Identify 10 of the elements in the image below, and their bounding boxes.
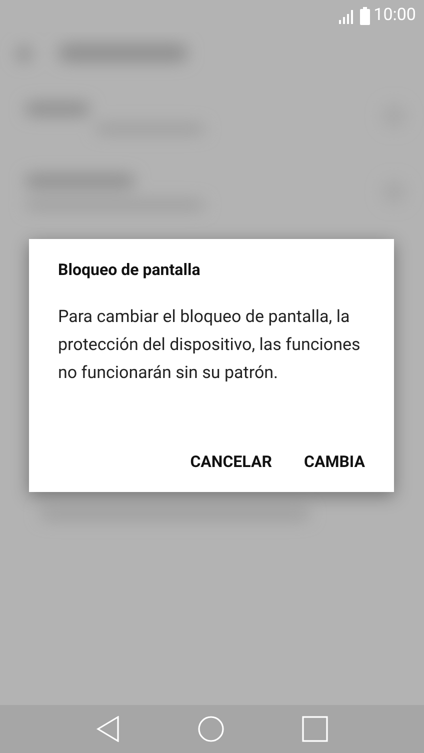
status-time: 10:00: [374, 4, 416, 28]
home-icon[interactable]: [198, 716, 224, 742]
dialog-message: Para cambiar el bloqueo de pantalla, la protección del dispositivo, las funciones no funcionarán sin su patrón.: [58, 306, 362, 385]
recent-apps-icon[interactable]: [302, 716, 328, 742]
back-icon[interactable]: [96, 716, 120, 742]
battery-icon: [360, 7, 370, 25]
dialog-title: Bloqueo de pantalla: [58, 259, 202, 281]
dialog-button[interactable]: CAMBIA: [300, 448, 369, 476]
dialog-button[interactable]: CANCELAR: [186, 448, 276, 476]
signal-icon: [338, 8, 356, 24]
